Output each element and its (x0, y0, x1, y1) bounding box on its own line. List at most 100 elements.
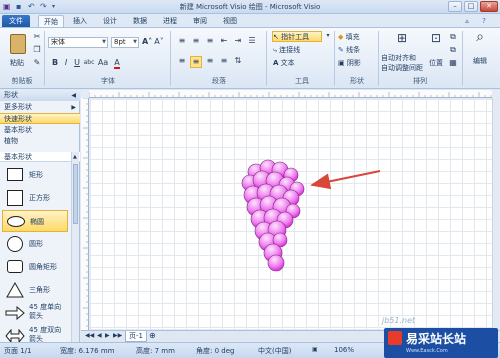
quick-shapes-item[interactable]: 快速形状 (0, 113, 80, 124)
align-top-icon[interactable]: ≡ (176, 36, 188, 46)
minimize-button[interactable]: – (448, 1, 462, 12)
shapes-scrollbar[interactable]: ▲ (71, 152, 79, 342)
font-name-select[interactable]: 宋体 ▼ (48, 37, 108, 48)
more-shapes-item[interactable]: 更多形状 ▶ (0, 102, 80, 113)
font-group-label: 字体 (101, 77, 115, 85)
watermark-site: jb51.net (382, 316, 416, 325)
arrange-group-label: 排列 (413, 77, 427, 85)
last-page-icon[interactable]: ▶▶ (113, 332, 122, 339)
auto-align-icon: ⊞ (396, 31, 408, 45)
increase-indent-icon[interactable]: ⇥ (232, 36, 244, 46)
cut-icon[interactable]: ✂ (32, 32, 42, 42)
font-color-icon[interactable]: A (111, 58, 123, 69)
shape-rectangle[interactable]: 矩形 (2, 164, 68, 186)
shape-circle[interactable]: 圆形 (2, 233, 68, 255)
canvas-vertical-scrollbar[interactable] (492, 98, 500, 330)
auto-align-button[interactable]: 自动对齐和 (380, 52, 426, 62)
help-icon[interactable]: ? (478, 15, 490, 27)
fill-button[interactable]: ◆ 填充 (337, 31, 375, 42)
scroll-thumb[interactable] (73, 164, 78, 224)
strikethrough-icon[interactable]: abc (83, 58, 95, 68)
basic-shapes-item[interactable]: 基本形状 (0, 125, 80, 136)
tab-review[interactable]: 审阅 (188, 15, 212, 27)
bullets-icon[interactable]: ☰ (246, 36, 258, 46)
tab-home[interactable]: 开始 (38, 15, 64, 27)
tab-design[interactable]: 设计 (98, 15, 122, 27)
editing-button[interactable]: 编辑 (468, 55, 492, 65)
bring-forward-icon[interactable]: ⧉ (448, 32, 458, 42)
text-direction-icon[interactable]: ⇅ (232, 56, 244, 66)
status-angle: 角度: 0 deg (196, 347, 235, 355)
shape-triangle[interactable]: 三角形 (2, 279, 68, 301)
align-left-icon[interactable]: ≡ (176, 56, 188, 66)
italic-icon[interactable]: I (61, 58, 71, 68)
justify-icon[interactable]: ≡ (218, 56, 230, 66)
align-bottom-icon[interactable]: ≡ (204, 36, 216, 46)
grow-font-icon[interactable]: A˄ (142, 37, 152, 47)
position-button[interactable]: 位置 (428, 57, 446, 67)
shape-ellipse[interactable]: 椭圆 (2, 210, 68, 232)
status-language[interactable]: 中文(中国) (258, 346, 291, 356)
align-right-icon[interactable]: ≡ (204, 56, 216, 66)
send-backward-icon[interactable]: ⧉ (448, 45, 458, 55)
macro-record-icon[interactable]: ▣ (312, 346, 318, 353)
align-middle-icon[interactable]: ≡ (190, 36, 202, 46)
watermark-logo-icon (388, 331, 402, 345)
status-page[interactable]: 页面 1/1 (4, 346, 32, 356)
separator (334, 31, 335, 86)
more-tools-icon[interactable]: ▾ (324, 31, 332, 41)
connector-icon: ⤷ (273, 46, 277, 54)
drawing-page[interactable] (90, 99, 492, 329)
shape-square[interactable]: 正方形 (2, 187, 68, 209)
single-arrow-icon (5, 306, 25, 320)
underline-icon[interactable]: U (72, 58, 82, 68)
shape-45-degree-single-arrow[interactable]: 45 度单向箭头 (2, 302, 68, 324)
copy-icon[interactable]: ❐ (32, 45, 42, 55)
help-minimize-ribbon-icon[interactable]: ▵ (462, 15, 472, 27)
watermark-badge: 易采站长站 Www.Easck.Com (384, 328, 498, 358)
grape-drawing[interactable] (90, 99, 492, 329)
shadow-icon: ▣ (338, 59, 345, 67)
decrease-indent-icon[interactable]: ⇤ (218, 36, 230, 46)
align-center-icon[interactable]: ≡ (190, 56, 202, 68)
shrink-font-icon[interactable]: A˅ (154, 37, 164, 47)
shadow-button[interactable]: ▣ 阴影 (337, 57, 375, 68)
first-page-icon[interactable]: ◀◀ (85, 332, 94, 339)
connector-button[interactable]: ⤷ 连接线 (272, 44, 322, 55)
triangle-icon (6, 282, 24, 298)
status-zoom[interactable]: 106% (334, 346, 354, 354)
pointer-tool-button[interactable]: ↖ 指针工具 (272, 31, 322, 42)
plants-item[interactable]: 植物 (0, 136, 80, 147)
next-page-icon[interactable]: ▶ (105, 332, 110, 339)
insert-page-icon[interactable]: ⊕ (149, 331, 156, 340)
status-height: 高度: 7 mm (136, 347, 175, 355)
auto-space-button[interactable]: 自动调整间距 (380, 62, 426, 72)
font-size-select[interactable]: 8pt ▼ (111, 37, 139, 48)
tab-data[interactable]: 数据 (128, 15, 152, 27)
bold-icon[interactable]: B (50, 58, 60, 68)
maximize-button[interactable]: □ (464, 1, 478, 12)
shape-rounded-rectangle[interactable]: 圆角矩形 (2, 256, 68, 278)
tab-insert[interactable]: 插入 (68, 15, 92, 27)
page-tab[interactable]: 页-1 (125, 331, 147, 342)
more-shapes-label: 更多形状 (4, 103, 32, 111)
tab-file[interactable]: 文件 (2, 15, 30, 27)
line-button[interactable]: ✎ 线条 (337, 44, 375, 55)
prev-page-icon[interactable]: ◀ (97, 332, 102, 339)
shape-label: 椭圆 (30, 218, 44, 226)
paste-button[interactable]: 粘贴 (3, 31, 31, 73)
tab-process[interactable]: 进程 (158, 15, 182, 27)
tab-view[interactable]: 视图 (218, 15, 242, 27)
pointer-tool-label: 指针工具 (281, 33, 310, 41)
format-painter-icon[interactable]: ✎ (32, 58, 42, 68)
text-tool-button[interactable]: A 文本 (272, 57, 322, 68)
collapse-pane-icon[interactable]: ◀ (71, 90, 76, 101)
scroll-up-icon[interactable]: ▲ (73, 154, 77, 160)
case-icon[interactable]: Aa (97, 58, 109, 68)
font-name-value: 宋体 (51, 38, 65, 46)
shape-group-label: 形状 (350, 77, 364, 85)
group-icon[interactable]: ▦ (448, 58, 458, 68)
grape-circle[interactable] (267, 254, 285, 272)
watermark-brand: 易采站长站 (406, 332, 467, 346)
close-button[interactable]: ✕ (480, 1, 498, 12)
